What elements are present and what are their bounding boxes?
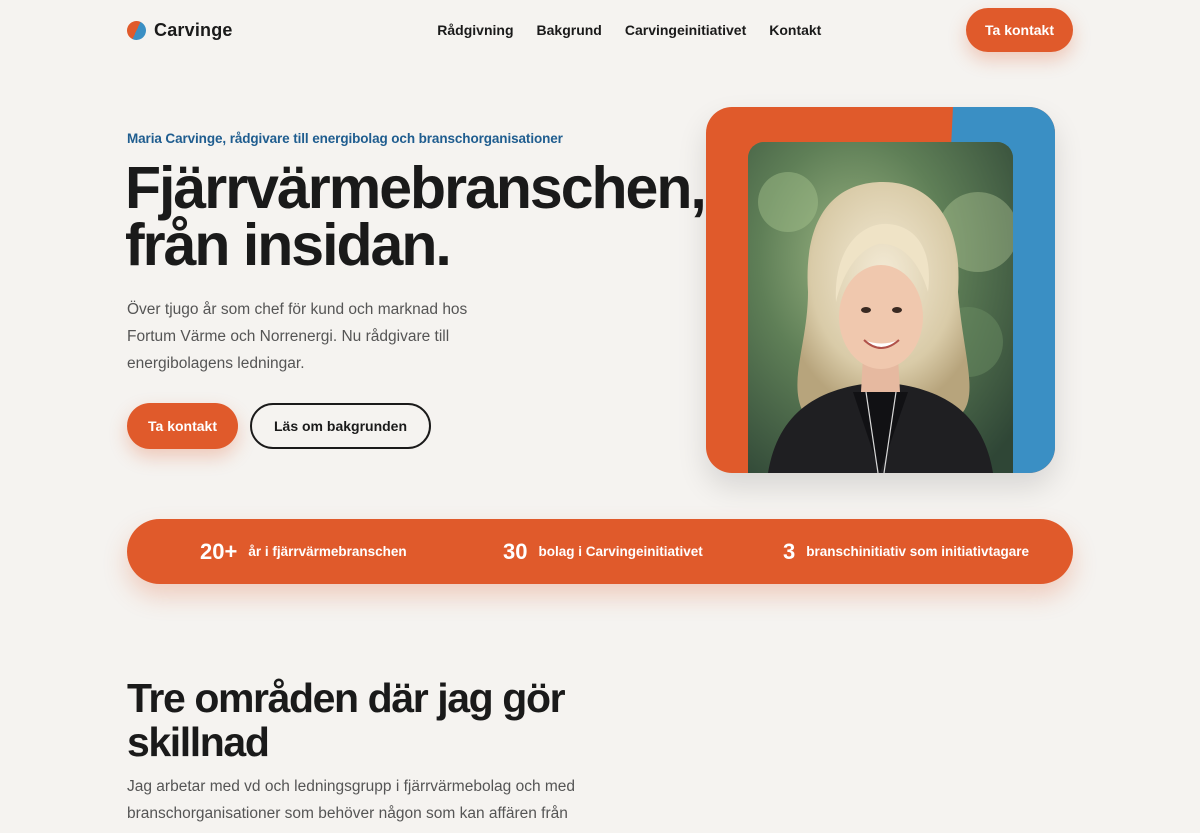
hero-title-line-2: från insidan. [125,212,452,278]
stat-initiatives-number: 3 [783,538,796,564]
stat-companies: 30 bolag i Carvingeinitiativet [503,519,703,584]
read-background-button[interactable]: Läs om bakgrunden [249,403,432,449]
brand-mark-icon [124,17,149,43]
brand-name: Carvinge [154,19,233,40]
nav-link-carvingeinitiativet[interactable]: Carvingeinitiativet [625,22,746,38]
stat-initiatives-label: branschinitiativ som initiativtagare [806,544,1030,559]
top-navigation: Carvinge Rådgivning Bakgrund Carvingeini… [124,0,1073,60]
stat-years-number: 20+ [200,538,238,564]
hero-eyebrow: Maria Carvinge, rådgivare till energibol… [127,131,563,146]
nav-contact-button[interactable]: Ta kontakt [966,8,1073,52]
section-description: Jag arbetar med vd och ledningsgrupp i f… [127,778,576,833]
stat-initiatives: 3 branschinitiativ som initiativtagare [783,519,1029,584]
portrait-card [706,107,1055,473]
nav-links: Rådgivning Bakgrund Carvingeinitiativet … [437,22,821,38]
stat-years-label: år i fjärrvärmebranschen [248,544,407,559]
brand-logo[interactable]: Carvinge [124,17,233,43]
hero-description: Över tjugo år som chef för kund och mark… [127,301,468,372]
hero-actions: Ta kontakt Läs om bakgrunden [127,403,432,449]
stat-companies-number: 30 [503,538,528,564]
portrait-illustration [748,142,1013,473]
hero-title-line-1: Fjärrvärmebranschen, [125,155,707,221]
portrait-photo [748,142,1013,473]
nav-link-kontakt[interactable]: Kontakt [769,22,821,38]
stat-companies-label: bolag i Carvingeinitiativet [538,544,703,559]
stat-years: 20+ år i fjärrvärmebranschen [200,519,407,584]
section-title: Tre områden där jag gör skillnad [127,675,566,765]
hero-title: Fjärrvärmebranschen, från insidan. [125,155,725,278]
nav-link-bakgrund[interactable]: Bakgrund [537,22,602,38]
hero-contact-button[interactable]: Ta kontakt [127,403,238,449]
nav-link-radgivning[interactable]: Rådgivning [437,22,513,38]
stats-bar: 20+ år i fjärrvärmebranschen 30 bolag i … [127,519,1073,584]
